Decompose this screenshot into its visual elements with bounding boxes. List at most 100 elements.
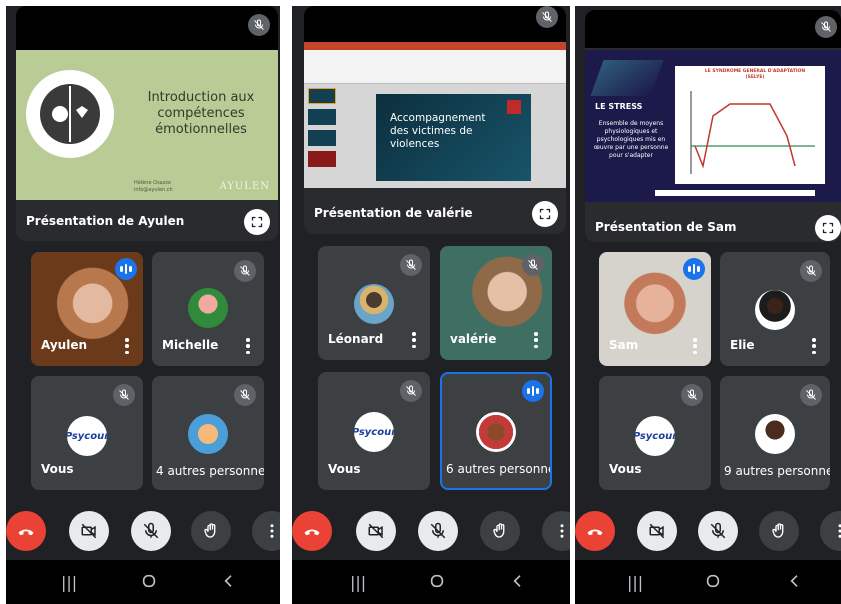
mic-off-icon [248,14,270,36]
presentation-label: Présentation de Ayulen [26,214,185,228]
more-vertical-icon [560,524,564,538]
home-icon[interactable] [429,573,445,593]
phone-hangup-icon [587,529,603,536]
phone-hangup-icon [304,529,320,536]
slide-preview: LE STRESS Ensemble de moyens physiologiq… [585,50,841,202]
participant-name: Vous [41,462,74,476]
more-options-icon[interactable] [812,338,816,354]
slide-canvas: Accompagnement des victimes de violences [376,94,531,181]
mic-off-button[interactable] [698,511,738,551]
participant-name: Vous [328,462,361,476]
participant-name: Vous [609,462,642,476]
others-count-pill: 6 autres personnes [446,462,552,476]
more-options-icon[interactable] [693,338,697,354]
end-call-button[interactable] [292,511,332,551]
back-icon[interactable] [221,573,237,593]
back-icon[interactable] [510,573,526,593]
home-icon[interactable] [141,573,157,593]
fullscreen-button[interactable] [244,209,270,235]
presentation-card[interactable]: Introduction aux compétences émotionnell… [16,6,278,241]
avatar [755,290,795,330]
mic-off-icon [113,384,135,406]
mic-off-icon [234,384,256,406]
camera-off-button[interactable] [637,511,677,551]
powerpoint-ribbon [304,42,566,50]
meet-screen-3: LE STRESS Ensemble de moyens physiologiq… [575,6,841,604]
slide-preview: Introduction aux compétences émotionnell… [16,50,278,200]
camera-off-icon [81,523,97,539]
call-controls [292,506,570,566]
slide-title: Accompagnement des victimes de violences [390,112,486,150]
presentation-header [16,6,278,50]
participant-tile-sam[interactable]: Sam [599,252,711,366]
participant-tile-ayulen[interactable]: Ayulen [31,252,143,366]
hand-icon [204,523,216,538]
participant-tile-elie[interactable]: Elie [720,252,830,366]
avatar [188,414,228,454]
hand-icon [772,523,784,538]
participant-tile-valerie[interactable]: valérie [440,246,552,360]
more-options-icon[interactable] [125,338,129,354]
participant-tile-leonard[interactable]: Léonard [318,246,430,360]
end-call-button[interactable] [6,511,46,551]
phone-hangup-icon [18,529,34,536]
more-options-icon[interactable] [534,332,538,348]
recent-apps-icon[interactable]: ||| [61,573,77,592]
home-icon[interactable] [705,573,721,593]
avatar: Psycour [635,416,675,456]
mic-off-icon [143,522,159,539]
fullscreen-button[interactable] [532,201,558,227]
back-icon[interactable] [787,573,803,593]
more-options-button[interactable] [252,511,280,551]
fullscreen-icon [822,222,834,234]
participant-tile-others[interactable]: 4 autres personnes [152,376,264,490]
participant-tile-others[interactable]: 9 autres personnes [720,376,830,490]
participant-tile-vous[interactable]: Psycour Vous [31,376,143,490]
mic-off-icon [522,254,544,276]
camera-off-button[interactable] [356,511,396,551]
speaking-indicator-icon [522,380,544,402]
meet-screen-2: Accompagnement des victimes de violences… [292,6,570,604]
more-options-button[interactable] [820,511,841,551]
speaking-indicator-icon [683,258,705,280]
mic-off-button[interactable] [418,511,458,551]
call-controls [575,506,841,566]
mic-off-button[interactable] [131,511,171,551]
avatar: Psycour [354,412,394,452]
end-call-button[interactable] [575,511,615,551]
mic-off-icon [800,384,822,406]
recent-apps-icon[interactable]: ||| [627,573,643,592]
fullscreen-button[interactable] [815,215,841,241]
more-options-button[interactable] [542,511,570,551]
recent-apps-icon[interactable]: ||| [350,573,366,592]
participant-tile-vous[interactable]: Psycour Vous [318,372,430,490]
camera-off-button[interactable] [69,511,109,551]
more-options-icon[interactable] [412,332,416,348]
mic-off-icon [430,522,446,539]
participant-name: Sam [609,338,639,352]
participant-tile-michelle[interactable]: Michelle [152,252,264,366]
mic-off-icon [815,16,837,38]
mic-off-icon [400,380,422,402]
slide-footer-name: Hélène Osazze [134,180,172,186]
raise-hand-button[interactable] [191,511,231,551]
participant-tile-vous[interactable]: Psycour Vous [599,376,711,490]
fullscreen-icon [539,208,551,220]
slide-footer-email: info@ayulen.ch [134,187,173,193]
participant-name: valérie [450,332,497,346]
participant-name: Michelle [162,338,219,352]
raise-hand-button[interactable] [480,511,520,551]
adaptation-curve-icon [690,91,815,174]
mic-off-icon [681,384,703,406]
presentation-header [585,10,841,48]
raise-hand-button[interactable] [759,511,799,551]
mic-off-icon [400,254,422,276]
participant-tile-others[interactable]: 6 autres personnes [440,372,552,490]
more-options-icon[interactable] [246,338,250,354]
presentation-card[interactable]: Accompagnement des victimes de violences… [304,6,566,234]
presentation-card[interactable]: LE STRESS Ensemble de moyens physiologiq… [585,10,841,242]
hand-icon [493,523,505,538]
slide-preview: Accompagnement des victimes de violences [304,42,566,188]
mic-off-icon [536,6,558,28]
speaking-indicator-icon [115,258,137,280]
